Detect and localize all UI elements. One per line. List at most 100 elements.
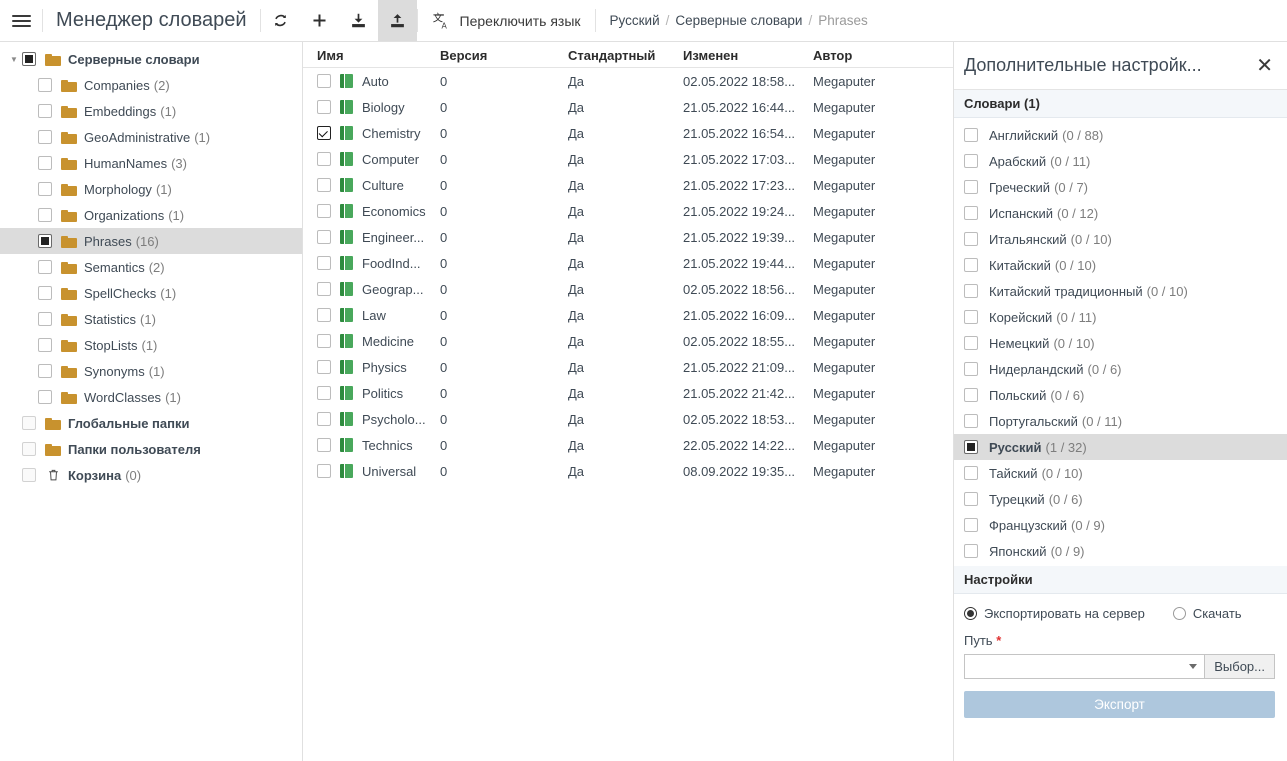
row-checkbox[interactable] bbox=[317, 204, 331, 218]
tree-item-embeddings[interactable]: Embeddings (1) bbox=[0, 98, 302, 124]
language-item[interactable]: Корейский (0 / 11) bbox=[954, 304, 1287, 330]
tree-item-checkbox[interactable] bbox=[22, 468, 36, 482]
add-button[interactable] bbox=[300, 0, 339, 41]
close-icon[interactable]: ✕ bbox=[1254, 56, 1275, 76]
table-row[interactable]: Universal 0 Да 08.09.2022 19:35... Megaputer bbox=[303, 458, 953, 484]
language-checkbox[interactable] bbox=[964, 154, 978, 168]
language-checkbox[interactable] bbox=[964, 336, 978, 350]
import-button[interactable] bbox=[339, 0, 378, 41]
tree-item-checkbox[interactable] bbox=[22, 416, 36, 430]
table-row[interactable]: Computer 0 Да 21.05.2022 17:03... Megaputer bbox=[303, 146, 953, 172]
export-submit-button[interactable]: Экспорт bbox=[964, 691, 1275, 718]
tree-item-корзина[interactable]: Корзина (0) bbox=[0, 462, 302, 488]
language-item[interactable]: Французский (0 / 9) bbox=[954, 512, 1287, 538]
row-checkbox[interactable] bbox=[317, 74, 331, 88]
language-checkbox[interactable] bbox=[964, 232, 978, 246]
language-item[interactable]: Немецкий (0 / 10) bbox=[954, 330, 1287, 356]
language-checkbox[interactable] bbox=[964, 466, 978, 480]
table-row[interactable]: Engineer... 0 Да 21.05.2022 19:39... Megaput… bbox=[303, 224, 953, 250]
tree-item-stoplists[interactable]: StopLists (1) bbox=[0, 332, 302, 358]
row-checkbox[interactable] bbox=[317, 178, 331, 192]
language-checkbox[interactable] bbox=[964, 388, 978, 402]
tree-item-checkbox[interactable] bbox=[38, 390, 52, 404]
language-checkbox[interactable] bbox=[964, 284, 978, 298]
language-checkbox[interactable] bbox=[964, 362, 978, 376]
table-row[interactable]: Psycholo... 0 Да 02.05.2022 18:53... Megaput… bbox=[303, 406, 953, 432]
tree-item-checkbox[interactable] bbox=[22, 52, 36, 66]
tree-item-semantics[interactable]: Semantics (2) bbox=[0, 254, 302, 280]
row-checkbox[interactable] bbox=[317, 152, 331, 166]
row-checkbox[interactable] bbox=[317, 256, 331, 270]
language-checkbox[interactable] bbox=[964, 518, 978, 532]
tree-item-checkbox[interactable] bbox=[38, 312, 52, 326]
tree-item-geoadministrative[interactable]: GeoAdministrative (1) bbox=[0, 124, 302, 150]
switch-language-button[interactable]: 文 A Переключить язык bbox=[418, 0, 595, 41]
row-checkbox[interactable] bbox=[317, 230, 331, 244]
tree-item-companies[interactable]: Companies (2) bbox=[0, 72, 302, 98]
language-checkbox[interactable] bbox=[964, 492, 978, 506]
language-item[interactable]: Китайский (0 / 10) bbox=[954, 252, 1287, 278]
tree-item-wordclasses[interactable]: WordClasses (1) bbox=[0, 384, 302, 410]
language-item[interactable]: Тайский (0 / 10) bbox=[954, 460, 1287, 486]
tree-item-checkbox[interactable] bbox=[38, 260, 52, 274]
language-checkbox[interactable] bbox=[964, 310, 978, 324]
column-header-name[interactable]: Имя bbox=[303, 48, 440, 63]
tree-item-humannames[interactable]: HumanNames (3) bbox=[0, 150, 302, 176]
table-row[interactable]: Chemistry 0 Да 21.05.2022 16:54... Megaputer bbox=[303, 120, 953, 146]
table-row[interactable]: Economics 0 Да 21.05.2022 19:24... Megaputer bbox=[303, 198, 953, 224]
tree-item-checkbox[interactable] bbox=[38, 182, 52, 196]
caret-down-icon[interactable]: ▼ bbox=[6, 55, 22, 64]
language-item[interactable]: Испанский (0 / 12) bbox=[954, 200, 1287, 226]
tree-item-synonyms[interactable]: Synonyms (1) bbox=[0, 358, 302, 384]
tree-item-папки-пользователя[interactable]: Папки пользователя bbox=[0, 436, 302, 462]
tree-item-checkbox[interactable] bbox=[38, 104, 52, 118]
export-button[interactable] bbox=[377, 0, 417, 41]
table-row[interactable]: Law 0 Да 21.05.2022 16:09... Megaputer bbox=[303, 302, 953, 328]
hamburger-menu-button[interactable] bbox=[0, 0, 42, 41]
tree-item-checkbox[interactable] bbox=[38, 286, 52, 300]
language-item[interactable]: Польский (0 / 6) bbox=[954, 382, 1287, 408]
tree-item-серверные-словари[interactable]: ▼ Серверные словари bbox=[0, 46, 302, 72]
table-row[interactable]: Medicine 0 Да 02.05.2022 18:55... Megaputer bbox=[303, 328, 953, 354]
row-checkbox[interactable] bbox=[317, 308, 331, 322]
language-item[interactable]: Русский (1 / 32) bbox=[954, 434, 1287, 460]
breadcrumb-item-server-dictionaries[interactable]: Серверные словари bbox=[675, 13, 802, 28]
table-row[interactable]: Politics 0 Да 21.05.2022 21:42... Megaputer bbox=[303, 380, 953, 406]
language-checkbox[interactable] bbox=[964, 414, 978, 428]
language-checkbox[interactable] bbox=[964, 258, 978, 272]
language-item[interactable]: Нидерландский (0 / 6) bbox=[954, 356, 1287, 382]
row-checkbox[interactable] bbox=[317, 438, 331, 452]
column-header-modified[interactable]: Изменен bbox=[683, 48, 813, 63]
language-item[interactable]: Турецкий (0 / 6) bbox=[954, 486, 1287, 512]
language-checkbox[interactable] bbox=[964, 180, 978, 194]
tree-item-глобальные-папки[interactable]: Глобальные папки bbox=[0, 410, 302, 436]
tree-item-checkbox[interactable] bbox=[22, 442, 36, 456]
table-row[interactable]: Biology 0 Да 21.05.2022 16:44... Megaputer bbox=[303, 94, 953, 120]
language-item[interactable]: Английский (0 / 88) bbox=[954, 122, 1287, 148]
tree-item-statistics[interactable]: Statistics (1) bbox=[0, 306, 302, 332]
row-checkbox[interactable] bbox=[317, 126, 331, 140]
table-row[interactable]: Technics 0 Да 22.05.2022 14:22... Megaputer bbox=[303, 432, 953, 458]
tree-item-checkbox[interactable] bbox=[38, 338, 52, 352]
row-checkbox[interactable] bbox=[317, 282, 331, 296]
breadcrumb-item-language[interactable]: Русский bbox=[610, 13, 660, 28]
language-checkbox[interactable] bbox=[964, 544, 978, 558]
column-header-standard[interactable]: Стандартный bbox=[568, 48, 683, 63]
tree-item-checkbox[interactable] bbox=[38, 364, 52, 378]
language-item[interactable]: Португальский (0 / 11) bbox=[954, 408, 1287, 434]
language-item[interactable]: Арабский (0 / 11) bbox=[954, 148, 1287, 174]
row-checkbox[interactable] bbox=[317, 334, 331, 348]
refresh-button[interactable] bbox=[261, 0, 300, 41]
path-select[interactable] bbox=[964, 654, 1206, 679]
browse-button[interactable]: Выбор... bbox=[1205, 654, 1275, 679]
table-row[interactable]: Culture 0 Да 21.05.2022 17:23... Megaputer bbox=[303, 172, 953, 198]
table-row[interactable]: Auto 0 Да 02.05.2022 18:58... Megaputer bbox=[303, 68, 953, 94]
tree-item-spellchecks[interactable]: SpellChecks (1) bbox=[0, 280, 302, 306]
tree-item-phrases[interactable]: Phrases (16) bbox=[0, 228, 302, 254]
language-item[interactable]: Японский (0 / 9) bbox=[954, 538, 1287, 564]
language-checkbox[interactable] bbox=[964, 206, 978, 220]
language-item[interactable]: Китайский традиционный (0 / 10) bbox=[954, 278, 1287, 304]
table-row[interactable]: Physics 0 Да 21.05.2022 21:09... Megaputer bbox=[303, 354, 953, 380]
column-header-version[interactable]: Версия bbox=[440, 48, 568, 63]
row-checkbox[interactable] bbox=[317, 412, 331, 426]
